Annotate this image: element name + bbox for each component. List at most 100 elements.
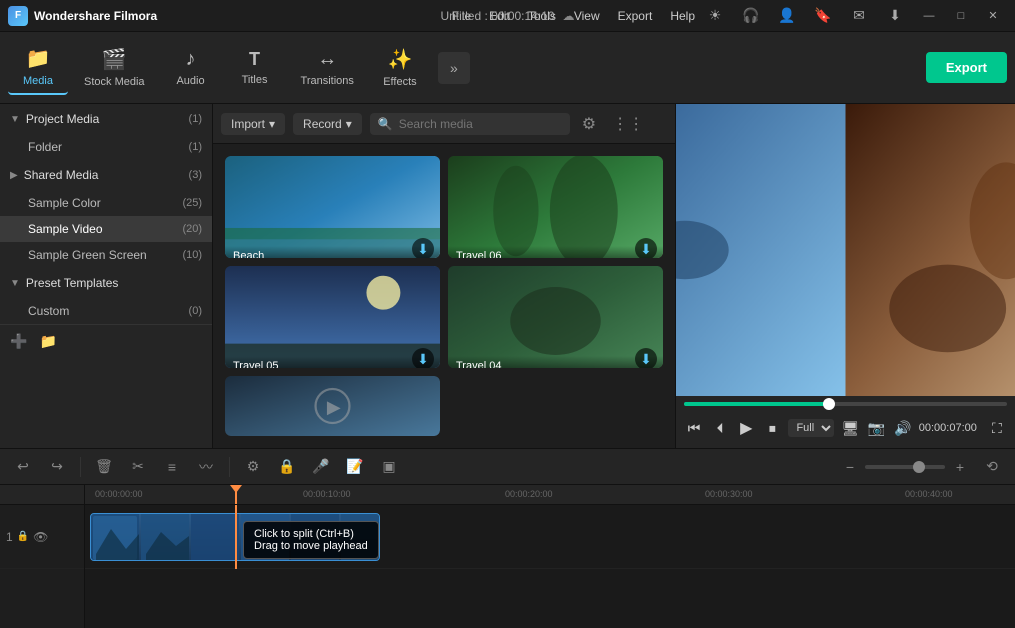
- add-folder-icon[interactable]: ➕: [10, 333, 27, 350]
- mic-button[interactable]: 🎤: [308, 454, 334, 480]
- sidebar-item-sample-color[interactable]: Sample Color (25): [0, 190, 212, 216]
- ruler-mark-0: 00:00:00:00: [95, 489, 143, 499]
- titles-icon: T: [249, 49, 260, 70]
- project-media-title: Project Media: [26, 112, 189, 126]
- media-icon: 📁: [26, 46, 51, 71]
- project-media-arrow: ▼: [10, 114, 20, 125]
- sidebar-section-shared-media-header[interactable]: ▶ Shared Media (3): [0, 160, 212, 190]
- media-label: Media: [23, 75, 53, 87]
- search-box[interactable]: 🔍: [370, 113, 570, 135]
- timeline-header-label: [0, 485, 84, 505]
- sun-icon[interactable]: ☀: [703, 4, 727, 28]
- maximize-button[interactable]: □: [947, 6, 975, 26]
- toolbar-transitions[interactable]: ↔ Transitions: [289, 42, 366, 93]
- cut-button[interactable]: ✂: [125, 454, 151, 480]
- fullscreen-select[interactable]: Full: [788, 419, 834, 437]
- voiceover-button[interactable]: 📝: [342, 454, 368, 480]
- undo-button[interactable]: ↩: [10, 454, 36, 480]
- close-button[interactable]: ✕: [979, 6, 1007, 26]
- preview-progress-bar[interactable]: [684, 402, 1007, 406]
- sidebar-item-sample-green[interactable]: Sample Green Screen (10): [0, 242, 212, 268]
- redo-button[interactable]: ↪: [44, 454, 70, 480]
- bookmark-icon[interactable]: 🔖: [811, 4, 835, 28]
- sidebar-item-folder[interactable]: Folder (1): [0, 134, 212, 160]
- volume-icon[interactable]: 🔊: [893, 414, 913, 442]
- menu-export[interactable]: Export: [610, 7, 661, 25]
- sidebar-section-project-media-header[interactable]: ▼ Project Media (1): [0, 104, 212, 134]
- custom-count: (0): [189, 305, 202, 317]
- mail-icon[interactable]: ✉: [847, 4, 871, 28]
- timeline-body: 1 🔒 👁 00:00:00:00 00:00:10:00 00:00:20:0…: [0, 485, 1015, 628]
- zoom-out-button[interactable]: −: [839, 456, 861, 478]
- preview-buttons: ⏮ ⏴ ▶ ⏹ Full 🖥 📷 🔊 00:00:07:00 ⛶: [684, 414, 1007, 442]
- toolbar-divider-1: [80, 457, 81, 477]
- screenshot-icon[interactable]: 📷: [867, 414, 887, 442]
- step-back-button[interactable]: ⏴: [710, 414, 730, 442]
- media-item-partial[interactable]: ▶: [225, 376, 440, 436]
- toolbar-more-button[interactable]: »: [438, 52, 470, 84]
- import-button[interactable]: Import ▾: [221, 113, 285, 135]
- folder-icon[interactable]: 📁: [39, 333, 56, 350]
- toolbar-titles[interactable]: T Titles: [225, 43, 285, 92]
- waveform-button[interactable]: 〰: [193, 454, 219, 480]
- lock-button[interactable]: 🔒: [274, 454, 300, 480]
- monitor-icon[interactable]: 🖥: [840, 414, 860, 442]
- zoom-in-button[interactable]: +: [949, 456, 971, 478]
- travel05-add-btn[interactable]: ⬇: [412, 348, 434, 368]
- play-button[interactable]: ▶: [736, 414, 756, 442]
- person-icon[interactable]: 👤: [775, 4, 799, 28]
- transitions-label: Transitions: [301, 75, 354, 87]
- settings-button[interactable]: ≡: [159, 454, 185, 480]
- menu-help[interactable]: Help: [662, 7, 703, 25]
- transitions-icon: ↔: [317, 48, 337, 71]
- sidebar-bottom: ➕ 📁: [0, 324, 212, 358]
- sidebar: ▼ Project Media (1) Folder (1) ▶ Shared …: [0, 104, 213, 448]
- timeline-ruler: 00:00:00:00 00:00:10:00 00:00:20:00 00:0…: [85, 485, 1015, 505]
- sidebar-item-sample-video[interactable]: Sample Video (20): [0, 216, 212, 242]
- toolbar-media[interactable]: 📁 Media: [8, 40, 68, 95]
- toolbar-divider-2: [229, 457, 230, 477]
- preview-progress-fill: [684, 402, 829, 406]
- sample-color-label: Sample Color: [28, 196, 101, 210]
- travel04-add-btn[interactable]: ⬇: [635, 348, 657, 368]
- track-eye-icon[interactable]: 👁: [33, 530, 48, 544]
- delete-button[interactable]: 🗑: [91, 454, 117, 480]
- skip-back-button[interactable]: ⏮: [684, 414, 704, 442]
- search-input[interactable]: [399, 117, 562, 131]
- export-button[interactable]: Export: [926, 52, 1007, 83]
- stop-button[interactable]: ⏹: [762, 414, 782, 442]
- minimize-button[interactable]: —: [915, 6, 943, 26]
- travel06-add-btn[interactable]: ⬇: [635, 238, 657, 258]
- sample-green-label: Sample Green Screen: [28, 248, 147, 262]
- media-item-travel04[interactable]: Travel 04 ⬇: [448, 266, 663, 368]
- media-item-beach[interactable]: Beach ⬇: [225, 156, 440, 258]
- media-item-travel06[interactable]: Travel 06 ⬇: [448, 156, 663, 258]
- toolbar-effects[interactable]: ✨ Effects: [370, 41, 430, 94]
- headphone-icon[interactable]: 🎧: [739, 4, 763, 28]
- pip-button[interactable]: ▣: [376, 454, 402, 480]
- custom-label: Custom: [28, 304, 69, 318]
- expand-icon[interactable]: ⛶: [987, 414, 1007, 442]
- zoom-track[interactable]: [865, 465, 945, 469]
- app-logo-icon: F: [8, 6, 28, 26]
- beach-add-btn[interactable]: ⬇: [412, 238, 434, 258]
- preview-video: [676, 104, 1015, 396]
- timeline-playhead[interactable]: Click to split (Ctrl+B) Drag to move pla…: [235, 505, 237, 569]
- preview-controls: ⏮ ⏴ ▶ ⏹ Full 🖥 📷 🔊 00:00:07:00 ⛶: [676, 396, 1015, 448]
- beach-label: Beach: [225, 246, 440, 258]
- snap-button[interactable]: ⚙: [240, 454, 266, 480]
- filter-icon[interactable]: ⚙: [578, 110, 600, 138]
- sidebar-item-custom[interactable]: Custom (0): [0, 298, 212, 324]
- import-label: Import: [231, 117, 265, 131]
- media-item-travel05[interactable]: Travel 05 ⬇: [225, 266, 440, 368]
- fit-button[interactable]: ⟲: [979, 454, 1005, 480]
- download-icon[interactable]: ⬇: [883, 4, 907, 28]
- timeline-track-labels: 1 🔒 👁: [0, 485, 85, 628]
- grid-icon[interactable]: ⋮⋮: [608, 110, 648, 138]
- record-button[interactable]: Record ▾: [293, 113, 362, 135]
- sidebar-section-preset-templates-header[interactable]: ▼ Preset Templates: [0, 268, 212, 298]
- track-lock-icon[interactable]: 🔒: [17, 531, 29, 542]
- toolbar-stock-media[interactable]: 🎬 Stock Media: [72, 41, 157, 94]
- toolbar-audio[interactable]: ♪ Audio: [161, 42, 221, 93]
- ruler-playhead: [235, 485, 237, 505]
